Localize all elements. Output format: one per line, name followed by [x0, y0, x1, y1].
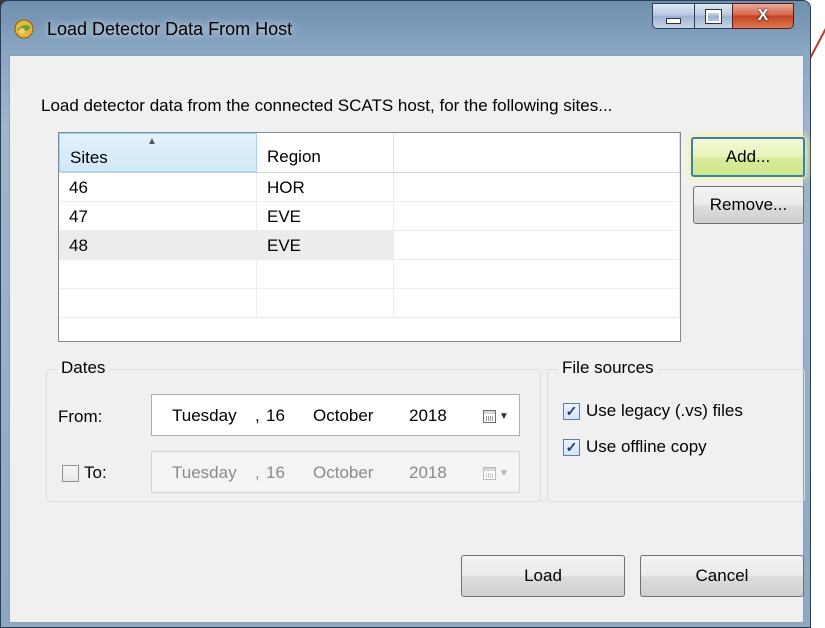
cell-site [59, 289, 257, 317]
grid-header: ▲ Sites Region [59, 133, 680, 173]
cell-site: 46 [59, 173, 257, 201]
remove-site-button[interactable]: Remove... [693, 186, 804, 224]
file-sources-group-title: File sources [558, 358, 658, 378]
table-row-empty[interactable] [59, 260, 680, 289]
table-row-selected[interactable]: 48 EVE [59, 231, 680, 260]
minimize-icon [666, 17, 681, 24]
from-year: 2018 [409, 406, 447, 425]
table-row[interactable]: 47 EVE [59, 202, 680, 231]
close-icon: X [757, 7, 769, 24]
load-button[interactable]: Load [461, 555, 625, 597]
minimize-button[interactable] [652, 3, 694, 29]
file-sources-group: File sources ✓ Use legacy (.vs) files ✓ … [547, 358, 805, 502]
cell-site [59, 260, 257, 288]
cancel-button[interactable]: Cancel [640, 555, 804, 597]
column-header-region[interactable]: Region [257, 133, 394, 172]
cell-filler [394, 231, 680, 259]
column-header-sites-label: Sites [70, 148, 108, 167]
to-date-checkbox[interactable] [62, 465, 79, 482]
close-button[interactable]: X [732, 3, 794, 29]
chevron-down-icon: ▼ [499, 410, 509, 422]
from-calendar-dropdown[interactable]: ▼ [483, 408, 509, 424]
cell-filler [394, 173, 680, 201]
column-header-filler [394, 133, 680, 172]
to-day: 16 [266, 463, 285, 482]
cell-region: EVE [257, 231, 394, 259]
maximize-button[interactable] [694, 3, 732, 29]
caption-buttons: X [652, 3, 794, 29]
use-offline-copy-checkbox[interactable]: ✓ [563, 439, 580, 456]
maximize-icon [705, 8, 722, 24]
dialog-window: Load Detector Data From Host X Load dete… [0, 0, 811, 628]
to-weekday: Tuesday [172, 463, 237, 482]
column-header-sites[interactable]: ▲ Sites [59, 133, 257, 172]
from-label: From: [58, 407, 103, 426]
cell-region [257, 289, 394, 317]
chevron-down-icon: ▼ [499, 467, 509, 479]
use-legacy-files-checkbox[interactable]: ✓ [563, 403, 580, 420]
dates-group-title: Dates [57, 358, 110, 378]
instruction-text: Load detector data from the connected SC… [41, 96, 613, 115]
cell-region: EVE [257, 202, 394, 230]
to-label: To: [84, 463, 107, 482]
from-day: 16 [266, 406, 285, 425]
column-header-region-label: Region [267, 147, 321, 166]
sites-grid[interactable]: ▲ Sites Region 46 HOR 47 EVE 48 EVE [58, 132, 681, 342]
cell-region: HOR [257, 173, 394, 201]
to-calendar-dropdown[interactable]: ▼ [483, 465, 509, 481]
sort-ascending-icon: ▲ [147, 136, 157, 147]
use-offline-copy-label: Use offline copy [586, 437, 707, 456]
app-icon [14, 19, 34, 39]
cell-filler [394, 289, 680, 317]
dates-group: Dates From: Tuesday , 16 October 2018 ▼ … [46, 358, 541, 502]
window-title: Load Detector Data From Host [47, 19, 293, 39]
dialog-client-area: Load detector data from the connected SC… [9, 55, 805, 623]
title-bar[interactable]: Load Detector Data From Host X [1, 1, 810, 55]
to-year: 2018 [409, 463, 447, 482]
to-date-picker[interactable]: Tuesday , 16 October 2018 ▼ [151, 451, 520, 493]
add-site-button[interactable]: Add... [691, 137, 805, 177]
use-legacy-files-label: Use legacy (.vs) files [586, 401, 743, 420]
from-month: October [313, 406, 374, 425]
calendar-icon [483, 409, 496, 423]
cell-filler [394, 260, 680, 288]
cell-site: 48 [59, 231, 257, 259]
cell-site: 47 [59, 202, 257, 230]
table-row[interactable]: 46 HOR [59, 173, 680, 202]
from-weekday: Tuesday [172, 406, 237, 425]
to-month: October [313, 463, 374, 482]
calendar-icon [483, 466, 496, 480]
table-row-empty[interactable] [59, 289, 680, 318]
cell-region [257, 260, 394, 288]
background-right [811, 0, 825, 628]
to-separator: , [255, 463, 260, 482]
from-separator: , [255, 406, 260, 425]
cell-filler [394, 202, 680, 230]
from-date-picker[interactable]: Tuesday , 16 October 2018 ▼ [151, 394, 520, 436]
